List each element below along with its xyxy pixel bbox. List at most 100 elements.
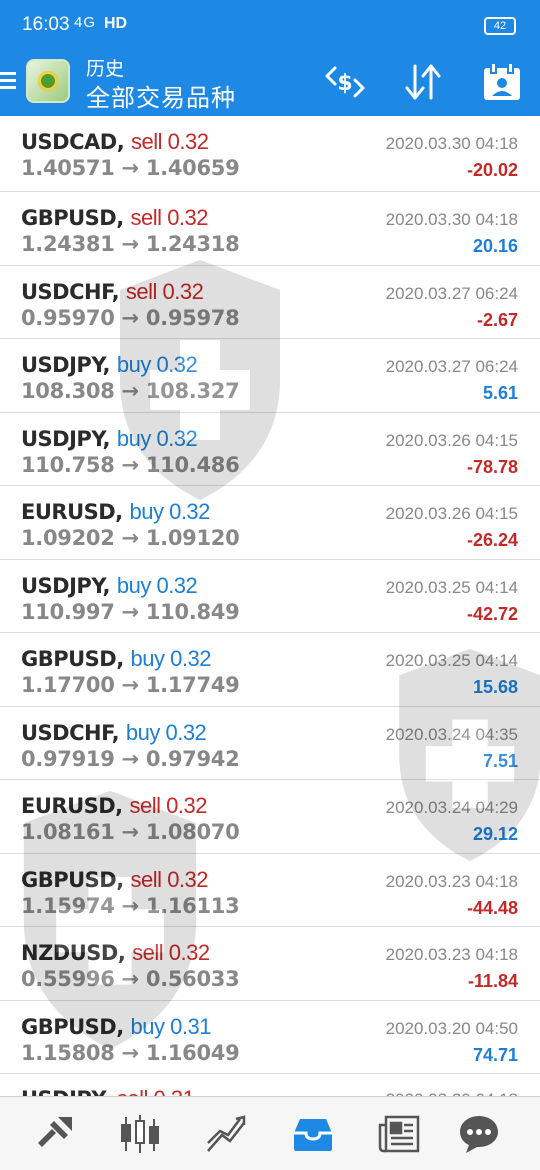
trade-row[interactable]: EURUSD, buy 0.32 1.09202 → 1.09120 2020.03… [0, 486, 540, 560]
trade-prices: 0.97919 → 0.97942 [21, 746, 240, 771]
trade-profit: 5.61 [482, 383, 518, 403]
trade-side: buy 0.32 [116, 425, 198, 451]
trade-prices: 1.09202 → 1.09120 [21, 526, 240, 550]
trade-prices: 108.308 → 108.327 [21, 379, 240, 403]
trade-side: sell 0.32 [129, 793, 207, 818]
trade-profit: -42.72 [466, 603, 518, 624]
status-bar: 16:03 4G HD 42 [0, 0, 540, 50]
trade-prices: 0.95970 → 0.95978 [21, 305, 240, 330]
trade-symbol: USDJPY, buy 0.32 [21, 425, 198, 451]
symbol-filter-title[interactable]: 全部交易品种 [86, 78, 236, 113]
trade-side: sell 0.32 [130, 205, 209, 230]
trade-prices: 1.08161 → 1.08070 [21, 820, 240, 844]
trade-symbol: USDCHF, buy 0.32 [21, 719, 207, 745]
trade-side: sell 0.32 [125, 278, 204, 304]
quotes-icon[interactable] [32, 1111, 78, 1157]
trade-date: 2020.03.30 04:18 [385, 210, 518, 229]
trade-icon[interactable] [204, 1111, 250, 1157]
trade-side: buy 0.32 [130, 646, 212, 671]
trade-row[interactable]: USDJPY, buy 0.32 108.308 → 108.327 2020.03… [0, 339, 540, 413]
trade-date: 2020.03.27 06:24 [385, 283, 518, 303]
trade-side: sell 0.32 [132, 940, 210, 965]
trade-symbol: GBPUSD, buy 0.32 [21, 646, 212, 671]
trade-row[interactable]: USDCHF, sell 0.32 0.95970 → 0.95978 2020.0… [0, 266, 540, 339]
trade-side: sell 0.32 [131, 129, 209, 154]
trade-profit: 20.16 [472, 236, 518, 256]
trade-profit: -11.84 [467, 971, 518, 991]
trade-date: 2020.03.26 04:15 [385, 430, 518, 450]
trade-symbol: USDJPY, buy 0.32 [21, 352, 198, 377]
trade-row[interactable]: GBPUSD, buy 0.31 1.15808 → 1.16049 2020.03… [0, 1001, 540, 1074]
wifi-hd-indicator: HD [104, 15, 128, 32]
trade-date: 2020.03.25 04:14 [385, 577, 518, 597]
trade-row[interactable]: GBPUSD, buy 0.32 1.17700 → 1.17749 2020.03… [0, 633, 540, 707]
trade-profit: -44.48 [466, 897, 518, 918]
trade-profit: 15.68 [472, 677, 518, 697]
trade-row[interactable]: USDJPY, buy 0.32 110.758 → 110.486 2020.03… [0, 413, 540, 486]
trade-prices: 110.997 → 110.849 [21, 599, 240, 624]
trade-prices: 1.24381 → 1.24318 [21, 232, 240, 256]
currency-exchange-icon[interactable]: $ [323, 60, 367, 104]
trade-side: buy 0.32 [125, 719, 207, 745]
trade-profit: 74.71 [472, 1044, 518, 1065]
trade-side: buy 0.31 [130, 1013, 212, 1039]
trade-date: 2020.03.30 04:18 [385, 134, 518, 153]
trade-side: buy 0.32 [129, 499, 210, 524]
trade-date: 2020.03.26 04:15 [385, 504, 518, 523]
trade-symbol: USDCAD, sell 0.32 [21, 129, 209, 154]
battery-icon: 42 [484, 17, 516, 35]
trade-symbol: GBPUSD, buy 0.31 [21, 1013, 212, 1039]
calendar-icon[interactable] [480, 60, 524, 104]
history-icon[interactable] [290, 1111, 336, 1157]
trade-row[interactable]: NZDUSD, sell 0.32 0.55996 → 0.56033 2020.0… [0, 927, 540, 1001]
sort-icon[interactable] [401, 60, 445, 104]
trade-side: buy 0.32 [116, 352, 198, 377]
trade-date: 2020.03.20 04:50 [385, 1018, 518, 1038]
trade-date: 2020.03.24 04:35 [385, 724, 518, 744]
trade-prices: 1.40571 → 1.40659 [21, 156, 240, 180]
trade-profit: 7.51 [482, 750, 518, 771]
trade-date: 2020.03.23 04:18 [385, 871, 518, 891]
trade-symbol: EURUSD, sell 0.32 [21, 793, 207, 818]
chart-icon[interactable] [117, 1111, 163, 1157]
trade-profit: 29.12 [472, 824, 518, 844]
trade-symbol: EURUSD, buy 0.32 [21, 499, 210, 524]
trade-row[interactable]: USDCHF, buy 0.32 0.97919 → 0.97942 2020.03… [0, 707, 540, 780]
trade-prices: 1.17700 → 1.17749 [21, 673, 240, 697]
trade-date: 2020.03.25 04:14 [385, 651, 518, 670]
chat-icon[interactable] [456, 1111, 502, 1157]
trade-row[interactable]: GBPUSD, sell 0.32 1.15974 → 1.16113 2020.0… [0, 854, 540, 927]
trade-profit: -26.24 [466, 530, 518, 550]
trade-profit: -2.67 [476, 309, 518, 330]
trade-side: buy 0.32 [116, 572, 198, 598]
trade-profit: -78.78 [466, 456, 518, 477]
trade-history-list[interactable]: USDCAD, sell 0.32 1.40571 → 1.40659 2020.0… [0, 116, 540, 1096]
trade-prices: 0.55996 → 0.56033 [21, 967, 240, 991]
network-indicator: 4G [74, 14, 97, 31]
trade-row[interactable]: USDJPY, buy 0.32 110.997 → 110.849 2020.03… [0, 560, 540, 633]
trade-row[interactable]: EURUSD, sell 0.32 1.08161 → 1.08070 2020.0… [0, 780, 540, 854]
trade-profit: -20.02 [466, 160, 518, 180]
trade-symbol: GBPUSD, sell 0.32 [21, 866, 209, 892]
trade-date: 2020.03.23 04:18 [385, 945, 518, 964]
trade-symbol: USDCHF, sell 0.32 [21, 278, 204, 304]
trade-row[interactable]: GBPUSD, sell 0.32 1.24381 → 1.24318 2020.0… [0, 192, 540, 266]
trade-symbol: GBPUSD, sell 0.32 [21, 205, 209, 230]
trade-symbol: NZDUSD, sell 0.32 [21, 940, 210, 965]
app-bar: 历史 全部交易品种 $ [0, 50, 540, 116]
svg-text:$: $ [337, 71, 352, 96]
menu-icon[interactable] [0, 68, 16, 96]
app-logo-icon [26, 59, 70, 103]
bottom-nav [0, 1096, 540, 1170]
trade-symbol: USDJPY, buy 0.32 [21, 572, 198, 598]
trade-prices: 1.15808 → 1.16049 [21, 1040, 240, 1065]
status-time: 16:03 [22, 14, 70, 35]
news-icon[interactable] [376, 1111, 422, 1157]
trade-row[interactable]: USDCAD, sell 0.32 1.40571 → 1.40659 2020.0… [0, 116, 540, 192]
trade-date: 2020.03.27 06:24 [385, 357, 518, 376]
trade-date: 2020.03.24 04:29 [385, 798, 518, 817]
page-title: 历史 [86, 59, 125, 80]
trade-prices: 1.15974 → 1.16113 [21, 893, 240, 918]
trade-side: sell 0.32 [130, 866, 209, 892]
trade-prices: 110.758 → 110.486 [21, 452, 240, 477]
